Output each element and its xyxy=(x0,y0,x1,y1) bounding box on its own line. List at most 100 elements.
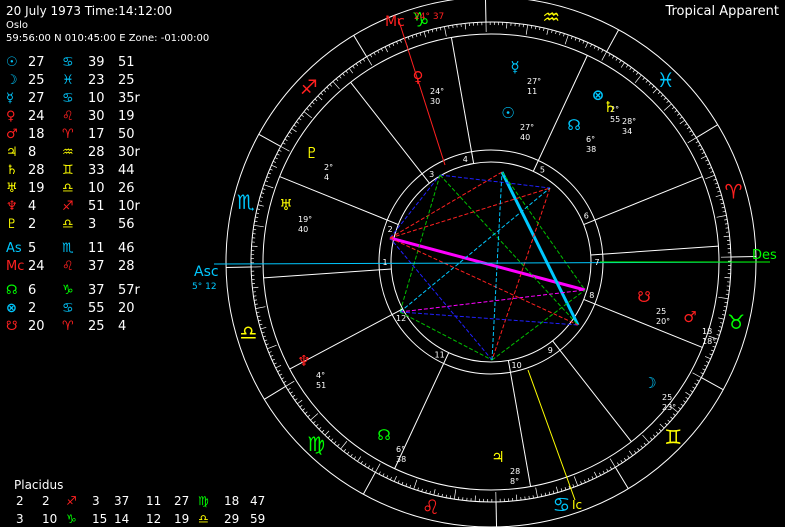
degree-tick xyxy=(620,62,625,68)
degree-tick xyxy=(401,481,404,485)
degree-tick xyxy=(261,192,265,194)
degree-tick xyxy=(584,479,586,483)
degree-tick xyxy=(515,494,518,501)
degree-tick xyxy=(591,476,594,480)
sign-glyph: ♌ xyxy=(422,495,440,519)
degree-tick xyxy=(282,142,286,145)
degree-tick xyxy=(548,491,551,495)
degree-tick xyxy=(453,489,457,500)
ring xyxy=(390,161,592,363)
degree-tick xyxy=(257,315,261,318)
degree-tick xyxy=(320,92,324,96)
degree-tick xyxy=(261,331,265,334)
degree-tick xyxy=(317,95,323,101)
degree-tick xyxy=(705,174,715,180)
degree-tick xyxy=(289,391,293,394)
aspect-line xyxy=(389,187,551,239)
wheel-planet-degree: 28 xyxy=(510,467,520,476)
degree-tick xyxy=(353,456,357,460)
degree-tick xyxy=(362,58,366,62)
degree-tick xyxy=(291,128,297,133)
aspect-line xyxy=(491,187,551,361)
degree-tick xyxy=(645,80,649,83)
degree-tick xyxy=(705,361,710,363)
degree-tick xyxy=(616,462,620,466)
degree-tick xyxy=(335,78,339,82)
degree-tick xyxy=(439,27,442,31)
degree-tick xyxy=(284,138,288,141)
aspect-line xyxy=(389,174,441,239)
wheel-planet-glyph: ☉ xyxy=(501,104,514,122)
degree-tick xyxy=(655,431,659,435)
degree-tick xyxy=(253,224,264,228)
degree-tick xyxy=(285,380,295,387)
degree-tick xyxy=(352,65,355,69)
degree-tick xyxy=(283,380,287,384)
degree-tick xyxy=(679,119,685,125)
degree-tick xyxy=(602,470,605,474)
degree-tick xyxy=(287,387,291,391)
house-cusps xyxy=(213,17,771,501)
degree-tick xyxy=(632,69,636,73)
degree-tick xyxy=(346,451,350,455)
degree-tick xyxy=(252,286,259,289)
aspect-line xyxy=(399,187,551,313)
degree-tick xyxy=(464,23,467,30)
degree-tick xyxy=(293,124,297,128)
house-cusp xyxy=(350,82,430,184)
degree-tick xyxy=(289,131,292,134)
degree-tick xyxy=(640,445,643,449)
degree-tick xyxy=(564,34,569,45)
degree-tick xyxy=(311,101,315,105)
wheel-planet-glyph: ♂ xyxy=(683,308,696,326)
degree-tick xyxy=(648,82,652,86)
degree-tick xyxy=(373,52,376,56)
degree-tick xyxy=(716,215,727,218)
sign-boundary xyxy=(606,29,620,52)
degree-tick xyxy=(695,140,699,144)
sign-boundary xyxy=(362,472,376,495)
degree-tick xyxy=(272,161,277,163)
degree-tick xyxy=(593,45,596,49)
aspect-line xyxy=(399,289,586,313)
sign-boundary xyxy=(495,501,498,527)
degree-tick xyxy=(268,172,272,175)
degree-tick xyxy=(719,198,723,201)
degree-tick xyxy=(599,472,602,476)
asc-label: Asc xyxy=(194,264,219,280)
degree-tick xyxy=(670,416,673,420)
wheel-planet-glyph: ☿ xyxy=(510,58,519,76)
degree-tick xyxy=(709,353,713,356)
degree-tick xyxy=(332,81,340,90)
sign-glyph: ♐ xyxy=(300,75,318,99)
degree-tick xyxy=(256,208,260,210)
mc-label: Mc xyxy=(385,14,405,30)
degree-tick xyxy=(587,478,590,482)
sign-glyph: ♍ xyxy=(307,432,325,456)
degree-tick xyxy=(405,483,408,487)
house-number: 1 xyxy=(382,258,387,267)
degree-tick xyxy=(307,414,311,418)
wheel-planet-minute: 40 xyxy=(520,133,530,142)
house-number: 4 xyxy=(463,155,468,164)
degree-tick xyxy=(329,83,333,87)
degree-tick xyxy=(666,100,670,104)
degree-tick xyxy=(357,456,362,462)
degree-tick xyxy=(271,164,278,168)
sign-boundary xyxy=(485,0,487,23)
degree-tick xyxy=(444,26,447,37)
sign-glyph: ♎ xyxy=(240,320,258,344)
sign-boundary xyxy=(226,266,252,269)
degree-tick xyxy=(399,39,402,43)
degree-tick xyxy=(441,493,443,497)
degree-tick xyxy=(696,379,700,382)
degree-tick xyxy=(643,442,647,446)
degree-tick xyxy=(705,159,709,162)
degree-tick xyxy=(601,49,604,53)
chart-wheel: ♌ ♋♊♉♈♓♒♑♐♏♎♍123456789101112♀24°30☿27°11☉… xyxy=(213,0,771,527)
degree-tick xyxy=(327,435,331,439)
degree-tick xyxy=(718,296,729,300)
degree-tick xyxy=(560,488,563,492)
degree-tick xyxy=(435,28,438,32)
degree-tick xyxy=(572,484,575,488)
